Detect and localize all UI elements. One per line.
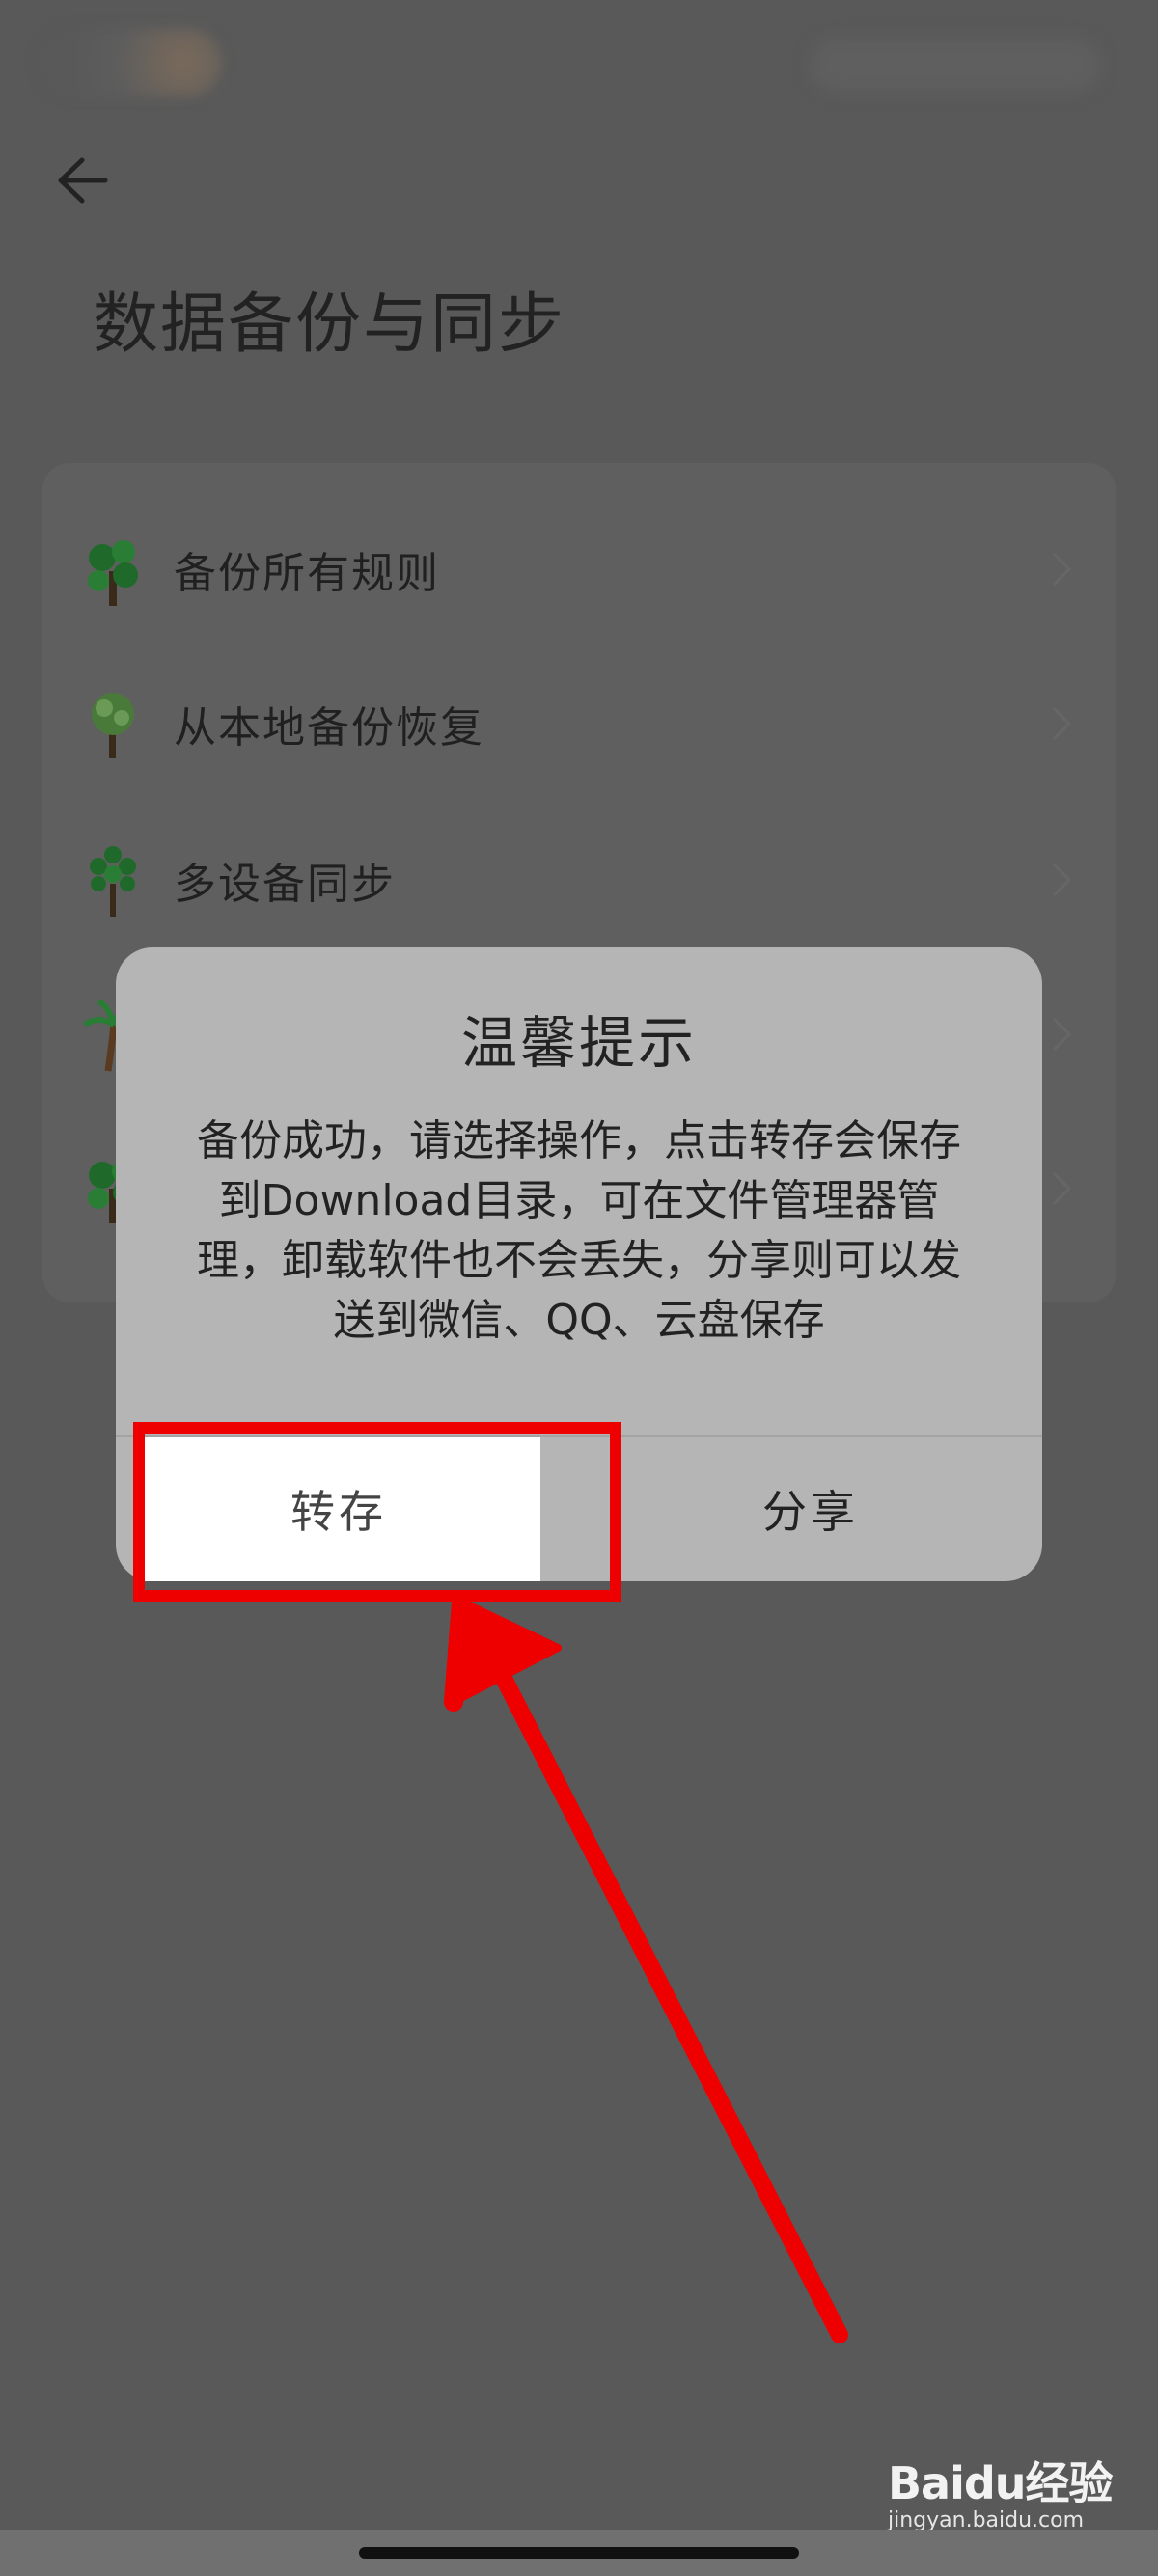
menu-item-backup-all-rules[interactable]: 备份所有规则 bbox=[42, 492, 1116, 646]
baidu-jingyan-watermark: Baidu经验 jingyan.baidu.com bbox=[888, 2449, 1119, 2537]
back-arrow-icon bbox=[58, 157, 108, 204]
dialog-message: 备份成功，请选择操作，点击转存会保存到Download目录，可在文件管理器管理，… bbox=[197, 1116, 961, 1345]
dialog-title: 温馨提示 bbox=[460, 1010, 697, 1076]
page-title: 数据备份与同步 bbox=[93, 287, 566, 363]
watermark-logo: Baidu经验 bbox=[888, 2457, 1114, 2509]
status-bar-left-blurred bbox=[39, 29, 222, 96]
back-button[interactable] bbox=[46, 145, 118, 216]
home-indicator[interactable] bbox=[359, 2547, 799, 2559]
menu-item-label: 多设备同步 bbox=[174, 860, 396, 909]
chevron-right-icon bbox=[1052, 863, 1072, 897]
tree-icon bbox=[88, 540, 138, 606]
menu-item-label: 备份所有规则 bbox=[174, 549, 440, 598]
tree-icon bbox=[92, 693, 134, 758]
chevron-right-icon bbox=[1052, 706, 1072, 741]
menu-item-label: 从本地备份恢复 bbox=[174, 703, 484, 753]
status-bar bbox=[0, 0, 1158, 135]
tree-icon bbox=[90, 846, 136, 917]
highlight-box bbox=[133, 1422, 621, 1602]
status-bar-right-blurred bbox=[811, 39, 1100, 92]
menu-item-multi-device-sync[interactable]: 多设备同步 bbox=[42, 803, 1116, 957]
chevron-right-icon bbox=[1052, 552, 1072, 587]
menu-item-restore-local-backup[interactable]: 从本地备份恢复 bbox=[42, 646, 1116, 801]
chevron-right-icon bbox=[1052, 1017, 1072, 1052]
chevron-right-icon bbox=[1052, 1171, 1072, 1206]
share-button[interactable]: 分享 bbox=[579, 1437, 1042, 1581]
